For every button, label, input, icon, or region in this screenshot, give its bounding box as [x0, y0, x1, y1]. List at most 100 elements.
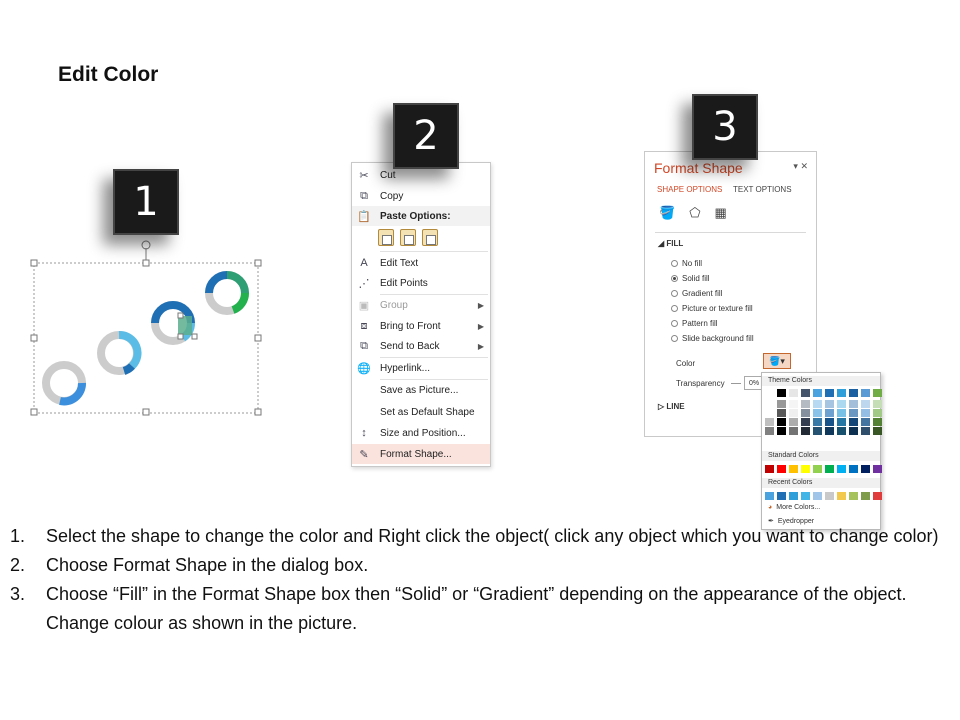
radio-no-fill[interactable]: No fill [671, 257, 702, 269]
color-swatch[interactable] [813, 418, 822, 426]
radio-button[interactable] [671, 289, 678, 297]
color-swatch[interactable] [789, 400, 798, 408]
radio-pattern-fill[interactable]: Pattern fill [671, 317, 718, 329]
color-swatch[interactable] [789, 418, 798, 426]
color-swatch[interactable] [813, 409, 822, 417]
radio-button[interactable] [671, 334, 678, 342]
color-swatch[interactable] [873, 400, 882, 408]
color-swatch[interactable] [777, 389, 786, 397]
color-swatch[interactable] [825, 409, 834, 417]
paste-keep-formatting-icon[interactable] [378, 229, 394, 246]
color-swatch[interactable] [777, 409, 786, 417]
color-swatch[interactable] [849, 418, 858, 426]
color-swatch[interactable] [825, 427, 834, 435]
color-swatch[interactable] [849, 427, 858, 435]
color-swatch[interactable] [813, 427, 822, 435]
color-swatch[interactable] [873, 492, 882, 500]
color-swatch[interactable] [777, 465, 786, 473]
size-properties-icon[interactable]: ▦ [715, 205, 727, 221]
fill-line-icon[interactable]: 🪣 [659, 205, 675, 221]
color-swatch[interactable] [825, 418, 834, 426]
color-swatch[interactable] [789, 389, 798, 397]
color-swatch[interactable] [837, 400, 846, 408]
menu-item-edit-points[interactable]: ⋰ Edit Points [352, 273, 490, 293]
radio-button[interactable] [671, 259, 678, 267]
menu-item-bring-to-front[interactable]: ⧈ Bring to Front ▶ [352, 316, 490, 336]
radio-solid-fill[interactable]: Solid fill [671, 272, 710, 284]
menu-item-hyperlink[interactable]: 🌐 Hyperlink... [352, 358, 490, 378]
color-swatch[interactable] [789, 409, 798, 417]
color-swatch[interactable] [801, 465, 810, 473]
color-swatch[interactable] [873, 465, 882, 473]
color-swatch[interactable] [825, 389, 834, 397]
color-swatch[interactable] [861, 465, 870, 473]
color-swatch[interactable] [765, 389, 774, 397]
color-swatch[interactable] [837, 492, 846, 500]
menu-item-group[interactable]: ▣ Group ▶ [352, 295, 490, 315]
menu-item-save-as-picture[interactable]: Save as Picture... [352, 380, 490, 400]
menu-item-format-shape[interactable]: ✎ Format Shape... [352, 444, 490, 464]
color-swatch[interactable] [849, 400, 858, 408]
color-swatch[interactable] [765, 492, 774, 500]
color-swatch[interactable] [765, 465, 774, 473]
radio-button[interactable] [671, 304, 678, 312]
color-swatch[interactable] [861, 400, 870, 408]
color-swatch[interactable] [801, 400, 810, 408]
color-swatch[interactable] [849, 409, 858, 417]
color-swatch[interactable] [849, 465, 858, 473]
line-section-header[interactable]: ▷ LINE [658, 402, 685, 411]
color-swatch[interactable] [801, 389, 810, 397]
color-swatch[interactable] [861, 409, 870, 417]
paste-text-only-icon[interactable] [400, 229, 416, 246]
color-swatch[interactable] [825, 492, 834, 500]
color-swatch[interactable] [837, 418, 846, 426]
tab-shape-options[interactable]: SHAPE OPTIONS [657, 185, 722, 194]
color-swatch[interactable] [813, 492, 822, 500]
menu-item-copy[interactable]: ⧉ Copy [352, 186, 490, 206]
color-swatch[interactable] [801, 427, 810, 435]
color-swatch[interactable] [801, 492, 810, 500]
radio-picture-fill[interactable]: Picture or texture fill [671, 302, 753, 314]
color-swatch[interactable] [837, 409, 846, 417]
color-swatch[interactable] [837, 389, 846, 397]
color-swatch[interactable] [861, 389, 870, 397]
close-icon[interactable]: ✕ [800, 161, 808, 171]
color-swatch[interactable] [837, 427, 846, 435]
color-swatch[interactable] [765, 409, 774, 417]
color-swatch[interactable] [873, 418, 882, 426]
color-swatch[interactable] [873, 409, 882, 417]
color-swatch[interactable] [813, 465, 822, 473]
pane-options-icon[interactable]: ▾ [793, 161, 798, 171]
fill-section-header[interactable]: ◢ FILL [658, 239, 683, 248]
color-swatch[interactable] [861, 418, 870, 426]
menu-item-size-and-position[interactable]: ↕ Size and Position... [352, 423, 490, 443]
radio-button[interactable] [671, 274, 678, 282]
effects-icon[interactable]: ⬠ [689, 205, 700, 221]
radio-gradient-fill[interactable]: Gradient fill [671, 287, 722, 299]
paste-picture-icon[interactable] [422, 229, 438, 246]
more-colors-link[interactable]: ◕ More Colors... [768, 504, 820, 511]
color-swatch[interactable] [825, 465, 834, 473]
radio-button[interactable] [671, 319, 678, 327]
color-swatch[interactable] [789, 492, 798, 500]
color-swatch[interactable] [873, 389, 882, 397]
menu-item-send-to-back[interactable]: ⧉ Send to Back ▶ [352, 336, 490, 356]
color-swatch[interactable] [801, 409, 810, 417]
color-swatch[interactable] [765, 427, 774, 435]
shape-selection-panel[interactable] [20, 240, 270, 425]
radio-slide-background-fill[interactable]: Slide background fill [671, 332, 754, 344]
menu-item-set-default-shape[interactable]: Set as Default Shape [352, 402, 490, 422]
color-swatch[interactable] [837, 465, 846, 473]
color-swatch[interactable] [849, 389, 858, 397]
color-swatch[interactable] [789, 465, 798, 473]
color-swatch[interactable] [861, 427, 870, 435]
color-swatch[interactable] [813, 389, 822, 397]
color-swatch[interactable] [861, 492, 870, 500]
transparency-slider[interactable] [731, 383, 741, 384]
color-swatch[interactable] [825, 400, 834, 408]
color-swatch[interactable] [777, 400, 786, 408]
color-swatch[interactable] [765, 400, 774, 408]
tab-text-options[interactable]: TEXT OPTIONS [733, 185, 792, 194]
color-dropdown-button[interactable]: 🪣 ▾ [763, 353, 791, 369]
color-swatch[interactable] [873, 427, 882, 435]
